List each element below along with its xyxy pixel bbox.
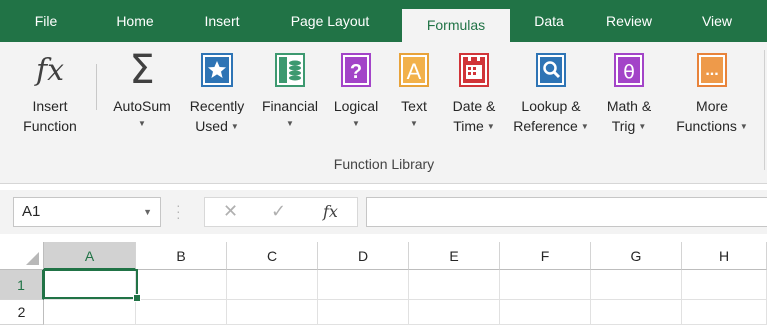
tab-insert[interactable]: Insert — [192, 0, 252, 42]
cell-f2[interactable] — [500, 300, 591, 325]
tab-page-layout[interactable]: Page Layout — [272, 0, 388, 42]
ribbon-formulas: fx Insert Function Σ AutoSum ▼ Recently … — [0, 42, 767, 184]
autosum-button[interactable]: Σ AutoSum ▼ — [102, 50, 182, 174]
tab-file[interactable]: File — [12, 0, 80, 42]
tab-review[interactable]: Review — [596, 0, 662, 42]
formula-bar-tools: ✕ ✓ fx — [204, 197, 358, 227]
star-book-icon — [201, 50, 233, 90]
name-box-value: A1 — [22, 203, 41, 220]
column-header-c[interactable]: C — [227, 242, 318, 270]
formula-input[interactable] — [366, 197, 767, 227]
cell-h1[interactable] — [682, 270, 767, 300]
formula-bar: A1 ▼ · · · ✕ ✓ fx — [0, 190, 767, 234]
cancel-icon[interactable]: ✕ — [223, 201, 238, 222]
cell-b2[interactable] — [136, 300, 227, 325]
date-time-label: Date & Time ▼ — [452, 98, 496, 134]
math-trig-label: Math & Trig ▼ — [606, 98, 652, 134]
select-all-triangle-icon — [26, 252, 39, 265]
cell-b1[interactable] — [136, 270, 227, 300]
cell-e1[interactable] — [409, 270, 500, 300]
svg-text:θ: θ — [623, 61, 635, 83]
autosum-label: AutoSum ▼ — [113, 96, 171, 132]
more-functions-button[interactable]: ... More Functions ▼ — [664, 50, 760, 174]
active-cell-outline — [43, 269, 138, 299]
column-header-b[interactable]: B — [136, 242, 227, 270]
column-header-e[interactable]: E — [409, 242, 500, 270]
column-header-f[interactable]: F — [500, 242, 591, 270]
chevron-down-icon: ▼ — [352, 119, 360, 128]
ribbon-separator — [96, 64, 97, 110]
row-header-1[interactable]: 1 — [0, 270, 44, 300]
cell-e2[interactable] — [409, 300, 500, 325]
tab-home[interactable]: Home — [105, 0, 165, 42]
cell-c1[interactable] — [227, 270, 318, 300]
financial-coins-icon — [275, 50, 305, 90]
calendar-icon — [459, 50, 489, 90]
text-a-icon: A — [399, 50, 429, 90]
lookup-magnifier-icon — [536, 50, 566, 90]
ribbon-tab-bar: File Home Insert Page Layout Formulas Da… — [0, 0, 767, 42]
cell-h2[interactable] — [682, 300, 767, 325]
tab-data[interactable]: Data — [520, 0, 578, 42]
lookup-reference-button[interactable]: Lookup & Reference ▼ — [504, 50, 598, 174]
math-trig-button[interactable]: θ Math & Trig ▼ — [598, 50, 660, 174]
lookup-reference-label: Lookup & Reference ▼ — [513, 98, 589, 134]
chevron-down-icon: ▼ — [739, 122, 748, 131]
tab-view[interactable]: View — [684, 0, 750, 42]
cell-f1[interactable] — [500, 270, 591, 300]
cell-a2[interactable] — [44, 300, 136, 325]
chevron-down-icon: ▼ — [580, 122, 589, 131]
worksheet-grid: A B C D E F G H 1 2 — [0, 242, 767, 325]
column-header-d[interactable]: D — [318, 242, 409, 270]
text-label: Text ▼ — [401, 96, 427, 132]
recently-used-label: Recently Used ▼ — [189, 98, 245, 134]
sigma-icon: Σ — [129, 47, 155, 93]
svg-text:?: ? — [350, 61, 362, 83]
fill-handle[interactable] — [133, 294, 141, 302]
cell-d1[interactable] — [318, 270, 409, 300]
cell-g1[interactable] — [591, 270, 682, 300]
chevron-down-icon: ▼ — [230, 122, 239, 131]
insert-function-button[interactable]: fx Insert Function — [14, 50, 86, 174]
enter-check-icon[interactable]: ✓ — [271, 201, 286, 222]
column-header-g[interactable]: G — [591, 242, 682, 270]
svg-text:...: ... — [705, 62, 718, 79]
chevron-down-icon: ▼ — [286, 119, 294, 128]
column-header-a[interactable]: A — [44, 242, 136, 270]
chevron-down-icon: ▼ — [638, 122, 647, 131]
more-functions-label: More Functions ▼ — [676, 98, 748, 134]
column-header-h[interactable]: H — [682, 242, 767, 270]
logical-question-icon: ? — [341, 50, 371, 90]
select-all-button[interactable] — [0, 242, 44, 270]
theta-icon: θ — [614, 50, 644, 90]
logical-label: Logical ▼ — [334, 96, 378, 132]
chevron-down-icon: ▼ — [486, 122, 495, 131]
tab-formulas[interactable]: Formulas — [402, 9, 510, 42]
ribbon-group-separator — [764, 50, 765, 170]
function-library-group-label: Function Library — [333, 156, 435, 172]
svg-text:A: A — [407, 59, 422, 84]
cell-c2[interactable] — [227, 300, 318, 325]
row-header-2[interactable]: 2 — [0, 300, 44, 325]
chevron-down-icon: ▼ — [410, 119, 418, 128]
name-box[interactable]: A1 ▼ — [13, 197, 161, 227]
cell-g2[interactable] — [591, 300, 682, 325]
more-functions-icon: ... — [697, 50, 727, 90]
financial-label: Financial ▼ — [262, 96, 318, 132]
chevron-down-icon: ▼ — [138, 119, 146, 128]
insert-function-icon: fx — [35, 52, 65, 88]
formula-bar-resize-handle[interactable]: · · · — [176, 198, 181, 224]
chevron-down-icon[interactable]: ▼ — [143, 207, 152, 217]
insert-function-label: Insert Function — [23, 98, 77, 134]
cell-d2[interactable] — [318, 300, 409, 325]
insert-function-fx-icon[interactable]: fx — [323, 202, 338, 221]
recently-used-button[interactable]: Recently Used ▼ — [178, 50, 256, 174]
